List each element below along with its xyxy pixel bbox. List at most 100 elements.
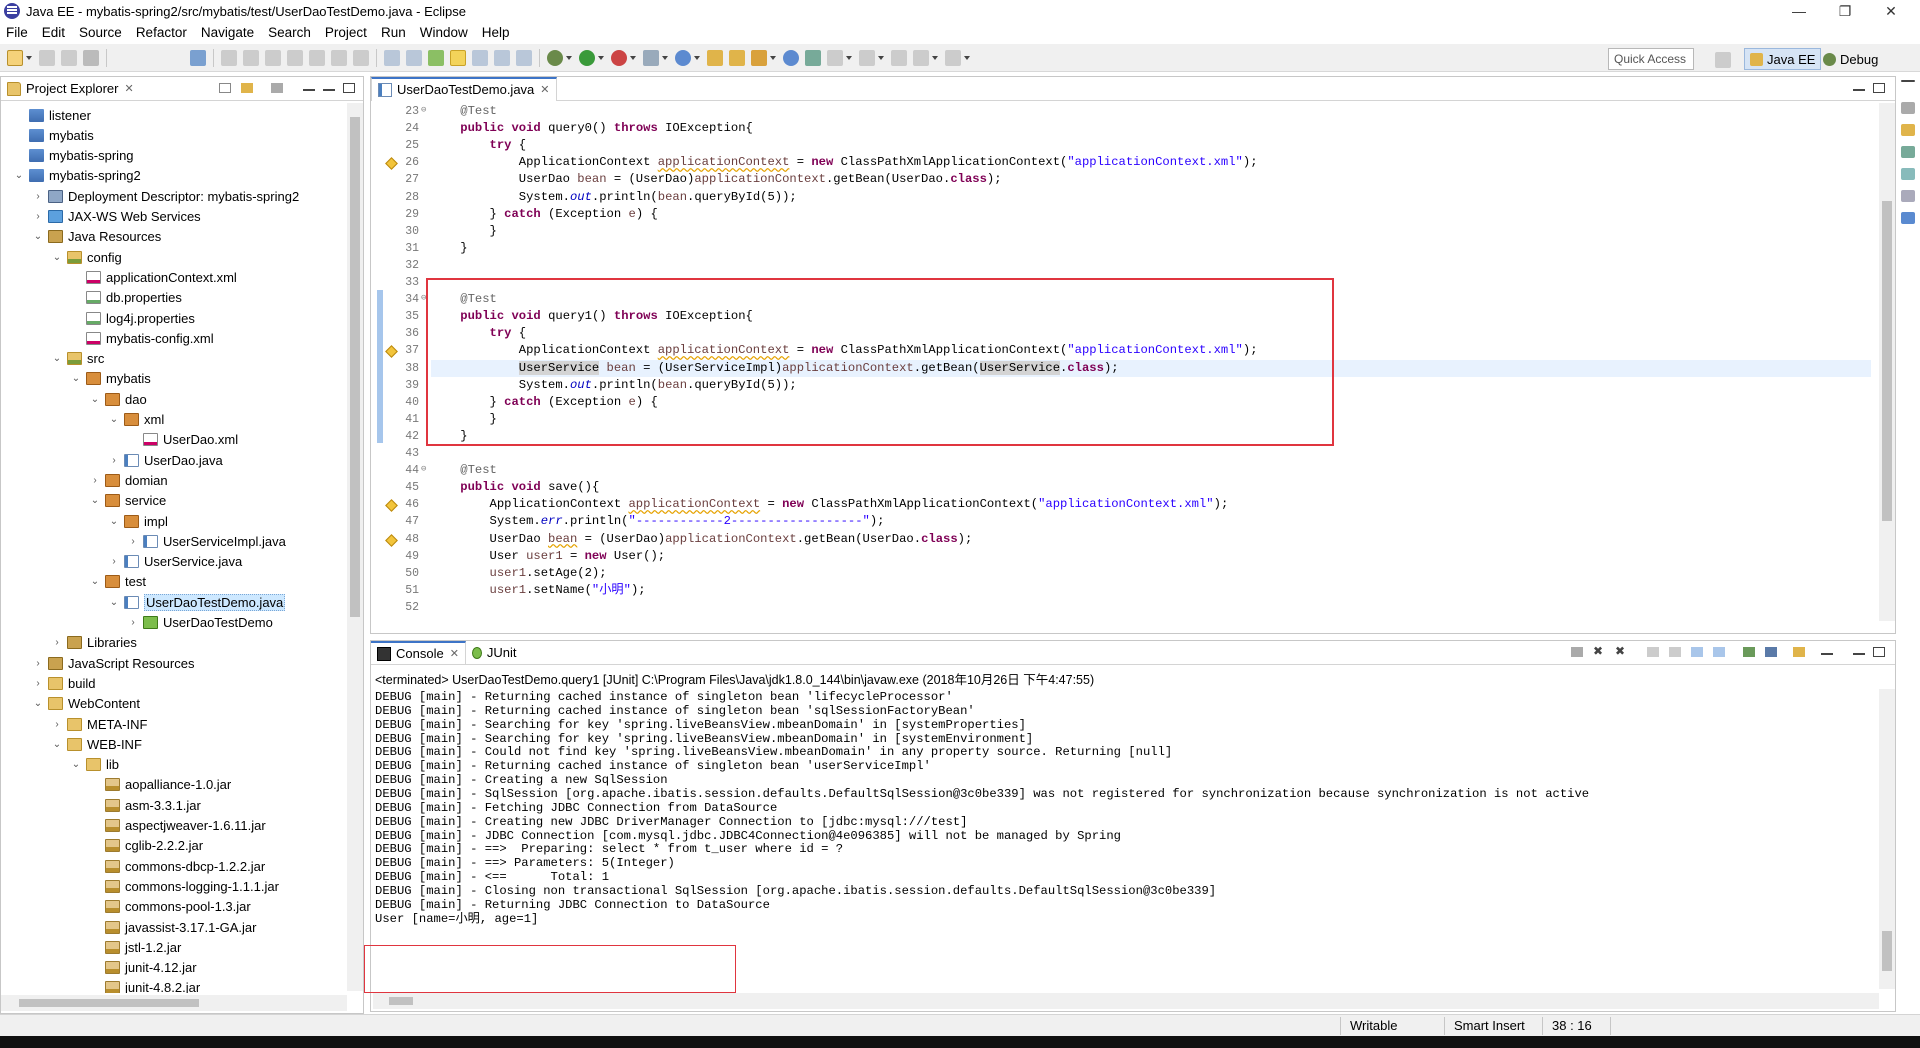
remove-launch-icon[interactable]: ✖ (1593, 644, 1605, 658)
browser-icon[interactable] (783, 49, 799, 66)
tree-item[interactable]: › UserServiceImpl.java (127, 531, 286, 551)
open-console-icon[interactable] (1793, 647, 1805, 657)
console-vertical-scrollbar[interactable] (1879, 689, 1895, 989)
view-menu-icon[interactable] (1821, 653, 1833, 655)
code-line[interactable]: ApplicationContext applicationContext = … (431, 154, 1258, 171)
tree-item[interactable]: › UserDaoTestDemo (127, 613, 273, 633)
minimize-button[interactable]: — (1776, 0, 1822, 22)
print-icon[interactable] (83, 49, 99, 66)
fold-icon[interactable]: ⊖ (421, 105, 426, 115)
tree-item[interactable]: ⌄ config (51, 247, 122, 267)
close-icon[interactable]: ✕ (540, 83, 549, 96)
tree-item[interactable]: db.properties (70, 288, 182, 308)
code-line[interactable]: System.err.println("------------2-------… (431, 513, 885, 530)
tree-item[interactable]: › JavaScript Resources (32, 653, 194, 673)
terminate-icon[interactable] (265, 49, 281, 66)
toggle-breadcrumb-icon[interactable] (406, 49, 422, 66)
tree-item[interactable]: ⌄ src (51, 349, 105, 369)
open-task-icon[interactable] (729, 49, 745, 66)
tab-console[interactable]: Console ✕ (371, 640, 466, 665)
expanded-arrow-icon[interactable]: ⌄ (32, 231, 44, 242)
tree-item[interactable]: ⌄ test (89, 572, 146, 592)
editor-vertical-scrollbar[interactable] (1879, 103, 1895, 621)
suspend-icon[interactable] (243, 49, 259, 66)
menu-project[interactable]: Project (325, 25, 367, 40)
menu-window[interactable]: Window (420, 25, 468, 40)
code-line[interactable]: User user1 = new User(); (431, 548, 666, 565)
tree-item[interactable]: ⌄ lib (70, 755, 119, 775)
code-line[interactable]: user1.setName("小明"); (431, 582, 646, 599)
tree-item[interactable]: ⌄ mybatis (70, 369, 151, 389)
tree-item[interactable]: ⌄ impl (108, 511, 168, 531)
back-icon[interactable] (913, 49, 929, 66)
expanded-arrow-icon[interactable]: ⌄ (70, 373, 82, 384)
prev-annotation-icon[interactable] (859, 49, 875, 66)
menu-refactor[interactable]: Refactor (136, 25, 187, 40)
collapsed-arrow-icon[interactable]: › (51, 719, 63, 730)
tree-item[interactable]: javassist-3.17.1-GA.jar (89, 917, 257, 937)
fold-icon[interactable]: ⊖ (421, 464, 426, 474)
display-console-icon[interactable] (1765, 647, 1777, 657)
code-line[interactable]: } catch (Exception e) { (431, 206, 658, 223)
block-selection-icon[interactable] (494, 49, 510, 66)
open-type-icon[interactable] (707, 49, 723, 66)
expanded-arrow-icon[interactable]: ⌄ (89, 394, 101, 405)
code-line[interactable]: public void save(){ (431, 479, 599, 496)
tree-item[interactable]: ⌄ mybatis-spring2 (13, 166, 141, 186)
tree-item[interactable]: aopalliance-1.0.jar (89, 775, 231, 795)
maximize-console-icon[interactable] (1873, 647, 1885, 657)
tree-item[interactable]: log4j.properties (70, 308, 195, 328)
tree-item[interactable]: › domian (89, 470, 167, 490)
new-icon[interactable] (7, 49, 23, 66)
console-output[interactable]: DEBUG [main] - Returning cached instance… (375, 689, 1875, 989)
menu-help[interactable]: Help (482, 25, 510, 40)
collapsed-arrow-icon[interactable]: › (51, 637, 63, 648)
menu-file[interactable]: File (6, 25, 28, 40)
code-line[interactable]: ApplicationContext applicationContext = … (431, 496, 1229, 513)
save-all-icon[interactable] (61, 49, 77, 66)
expanded-arrow-icon[interactable]: ⌄ (32, 698, 44, 709)
tree-item[interactable]: listener (13, 105, 91, 125)
restore-icon[interactable] (1901, 80, 1915, 82)
tree-item[interactable]: ⌄ WebContent (32, 694, 140, 714)
expanded-arrow-icon[interactable]: ⌄ (51, 739, 63, 750)
collapsed-arrow-icon[interactable]: › (32, 211, 44, 222)
coverage-icon[interactable] (611, 49, 627, 66)
tree-item[interactable]: › META-INF (51, 714, 147, 734)
code-line[interactable]: public void query0() throws IOException{ (431, 120, 753, 137)
menu-navigate[interactable]: Navigate (201, 25, 254, 40)
tree-item[interactable]: UserDao.xml (127, 430, 238, 450)
close-icon[interactable]: ✕ (450, 647, 459, 660)
show-on-output-icon[interactable] (1713, 647, 1725, 657)
step-over-icon[interactable] (331, 49, 347, 66)
tree-item[interactable]: › UserDao.java (108, 450, 222, 470)
forward-icon[interactable] (945, 49, 961, 66)
tree-item[interactable]: ⌄ xml (108, 410, 164, 430)
minimize-view-icon[interactable] (323, 89, 335, 91)
tree-item[interactable]: applicationContext.xml (70, 267, 237, 287)
expanded-arrow-icon[interactable]: ⌄ (51, 252, 63, 263)
servers-icon[interactable] (1901, 146, 1915, 158)
collapsed-arrow-icon[interactable]: › (89, 475, 101, 486)
tree-item[interactable]: commons-pool-1.3.jar (89, 897, 251, 917)
expanded-arrow-icon[interactable]: ⌄ (108, 597, 120, 608)
tab-project-explorer[interactable]: Project Explorer ✕ (1, 77, 140, 101)
tree-item[interactable]: › UserService.java (108, 552, 242, 572)
step-into-icon[interactable] (309, 49, 325, 66)
menu-search[interactable]: Search (268, 25, 311, 40)
expanded-arrow-icon[interactable]: ⌄ (89, 576, 101, 587)
collapsed-arrow-icon[interactable]: › (32, 678, 44, 689)
expanded-arrow-icon[interactable]: ⌄ (13, 170, 25, 181)
collapsed-arrow-icon[interactable]: › (32, 191, 44, 202)
properties-icon[interactable] (1901, 212, 1915, 224)
perspective-debug[interactable]: Debug (1818, 48, 1883, 70)
code-line[interactable]: UserDao bean = (UserDao)applicationConte… (431, 171, 1002, 188)
tree-item[interactable]: ⌄ Java Resources (32, 227, 161, 247)
markers-icon[interactable] (1901, 124, 1915, 136)
open-perspective-icon[interactable] (1715, 52, 1731, 68)
close-button[interactable]: ✕ (1868, 0, 1914, 22)
tree-item[interactable]: cglib-2.2.2.jar (89, 836, 203, 856)
link-editor-icon[interactable] (241, 83, 253, 93)
server-icon[interactable] (643, 49, 659, 66)
step-return-icon[interactable] (353, 49, 369, 66)
